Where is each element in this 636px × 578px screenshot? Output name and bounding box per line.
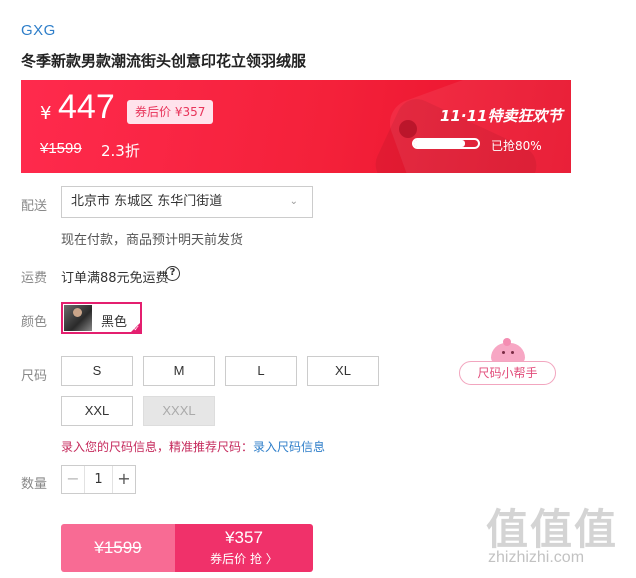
size-tip: 录入您的尺码信息，精准推荐尺码：录入尺码信息 — [61, 438, 325, 455]
shipping-note: 现在付款，商品预计明天前发货 — [61, 233, 244, 248]
size-option-s[interactable]: S — [61, 356, 133, 386]
quantity-decrease-button[interactable]: − — [62, 466, 85, 493]
currency-symbol: ¥ — [40, 103, 52, 124]
quantity-stepper: − 1 + — [61, 465, 136, 494]
check-icon: ✓ — [133, 324, 140, 333]
size-helper-button[interactable]: 尺码小帮手 — [459, 361, 556, 385]
color-option-label: 黑色 — [101, 315, 128, 330]
color-label: 颜色 — [21, 315, 48, 330]
size-helper-mascot-icon — [491, 338, 525, 363]
size-option-m[interactable]: M — [143, 356, 215, 386]
color-option-black[interactable]: 黑色 ✓ — [61, 302, 142, 334]
quantity-increase-button[interactable]: + — [112, 466, 135, 493]
sold-progress-bar — [412, 138, 480, 149]
size-option-xxl[interactable]: XXL — [61, 396, 133, 426]
original-price-button[interactable]: ¥1599 — [61, 524, 175, 572]
address-select[interactable]: 北京市 东城区 东华门街道 ⌄ — [61, 186, 313, 218]
watermark-url: zhizhizhi.com — [488, 549, 585, 566]
address-value: 北京市 东城区 东华门街道 — [71, 194, 223, 209]
sold-progress-text: 已抢80% — [491, 139, 542, 153]
original-price: ¥1599 — [40, 140, 82, 157]
size-option-l[interactable]: L — [225, 356, 297, 386]
banner-decoration — [399, 120, 417, 138]
delivery-label: 配送 — [21, 199, 48, 214]
shipping-fee-text: 订单满88元免运费 — [61, 271, 169, 286]
coupon-price-tag: 券后价 ¥357 — [127, 100, 214, 124]
size-label: 尺码 — [21, 369, 48, 384]
quantity-value[interactable]: 1 — [85, 466, 112, 493]
current-price: 447 — [58, 88, 115, 126]
buy-price: ¥357 — [225, 528, 263, 547]
watermark-logo: 值值值 — [486, 505, 619, 554]
help-icon[interactable]: ? — [165, 266, 180, 281]
buy-with-coupon-button[interactable]: ¥357 券后价 抢 〉 — [175, 524, 313, 572]
festival-title: 11·11特卖狂欢节 — [440, 107, 563, 125]
size-tip-link[interactable]: 录入尺码信息 — [253, 440, 325, 454]
mascot-eye — [511, 351, 514, 354]
product-title: 冬季新款男款潮流街头创意印花立领羽绒服 — [21, 52, 307, 70]
size-option-xxxl: XXXL — [143, 396, 215, 426]
color-thumbnail — [64, 305, 92, 331]
brand-link[interactable]: GXG — [21, 22, 56, 39]
shipping-fee-label: 运费 — [21, 271, 48, 286]
buy-label: 券后价 抢 〉 — [210, 552, 278, 566]
size-option-xl[interactable]: XL — [307, 356, 379, 386]
chevron-down-icon: ⌄ — [289, 196, 298, 207]
price-banner: ¥ 447 券后价 ¥357 ¥1599 2.3折 11·11特卖狂欢节 已抢8… — [21, 80, 571, 173]
discount-rate: 2.3折 — [101, 142, 140, 160]
size-tip-text: 录入您的尺码信息，精准推荐尺码： — [61, 440, 254, 454]
sold-progress-fill — [414, 140, 466, 147]
mascot-eye — [502, 351, 505, 354]
quantity-label: 数量 — [21, 477, 48, 492]
